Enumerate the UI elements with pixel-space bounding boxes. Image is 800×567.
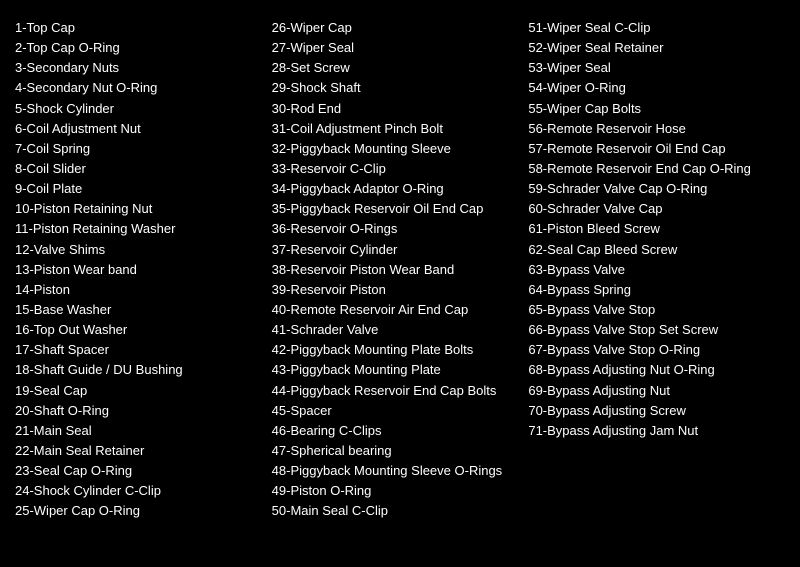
list-item: 45-Spacer xyxy=(272,401,519,421)
list-item: 15-Base Washer xyxy=(15,300,262,320)
list-item: 23-Seal Cap O-Ring xyxy=(15,461,262,481)
list-item: 42-Piggyback Mounting Plate Bolts xyxy=(272,340,519,360)
list-item: 63-Bypass Valve xyxy=(528,260,775,280)
list-item: 2-Top Cap O-Ring xyxy=(15,38,262,58)
list-item: 27-Wiper Seal xyxy=(272,38,519,58)
column-3: 51-Wiper Seal C-Clip52-Wiper Seal Retain… xyxy=(528,18,785,522)
list-item: 68-Bypass Adjusting Nut O-Ring xyxy=(528,360,775,380)
list-item: 8-Coil Slider xyxy=(15,159,262,179)
list-item: 47-Spherical bearing xyxy=(272,441,519,461)
list-item: 70-Bypass Adjusting Screw xyxy=(528,401,775,421)
list-item: 71-Bypass Adjusting Jam Nut xyxy=(528,421,775,441)
list-item: 4-Secondary Nut O-Ring xyxy=(15,78,262,98)
list-item: 31-Coil Adjustment Pinch Bolt xyxy=(272,119,519,139)
list-item: 50-Main Seal C-Clip xyxy=(272,501,519,521)
list-item: 14-Piston xyxy=(15,280,262,300)
list-item: 57-Remote Reservoir Oil End Cap xyxy=(528,139,775,159)
list-item: 37-Reservoir Cylinder xyxy=(272,240,519,260)
list-item: 24-Shock Cylinder C-Clip xyxy=(15,481,262,501)
list-item: 36-Reservoir O-Rings xyxy=(272,219,519,239)
list-item: 11-Piston Retaining Washer xyxy=(15,219,262,239)
list-item: 61-Piston Bleed Screw xyxy=(528,219,775,239)
list-item: 60-Schrader Valve Cap xyxy=(528,199,775,219)
list-item: 3-Secondary Nuts xyxy=(15,58,262,78)
list-item: 66-Bypass Valve Stop Set Screw xyxy=(528,320,775,340)
list-item: 19-Seal Cap xyxy=(15,381,262,401)
list-item: 46-Bearing C-Clips xyxy=(272,421,519,441)
column-2: 26-Wiper Cap27-Wiper Seal28-Set Screw29-… xyxy=(272,18,529,522)
list-item: 30-Rod End xyxy=(272,99,519,119)
list-item: 10-Piston Retaining Nut xyxy=(15,199,262,219)
list-item: 52-Wiper Seal Retainer xyxy=(528,38,775,58)
column-1: 1-Top Cap2-Top Cap O-Ring3-Secondary Nut… xyxy=(15,18,272,522)
list-item: 12-Valve Shims xyxy=(15,240,262,260)
list-item: 16-Top Out Washer xyxy=(15,320,262,340)
list-item: 13-Piston Wear band xyxy=(15,260,262,280)
list-item: 6-Coil Adjustment Nut xyxy=(15,119,262,139)
list-item: 44-Piggyback Reservoir End Cap Bolts xyxy=(272,381,519,401)
list-item: 29-Shock Shaft xyxy=(272,78,519,98)
list-item: 35-Piggyback Reservoir Oil End Cap xyxy=(272,199,519,219)
list-item: 58-Remote Reservoir End Cap O-Ring xyxy=(528,159,775,179)
list-item: 59-Schrader Valve Cap O-Ring xyxy=(528,179,775,199)
list-item: 28-Set Screw xyxy=(272,58,519,78)
list-item: 49-Piston O-Ring xyxy=(272,481,519,501)
list-item: 25-Wiper Cap O-Ring xyxy=(15,501,262,521)
list-item: 21-Main Seal xyxy=(15,421,262,441)
list-item: 22-Main Seal Retainer xyxy=(15,441,262,461)
list-item: 55-Wiper Cap Bolts xyxy=(528,99,775,119)
list-item: 34-Piggyback Adaptor O-Ring xyxy=(272,179,519,199)
list-item: 65-Bypass Valve Stop xyxy=(528,300,775,320)
list-item: 48-Piggyback Mounting Sleeve O-Rings xyxy=(272,461,519,481)
list-item: 41-Schrader Valve xyxy=(272,320,519,340)
list-item: 53-Wiper Seal xyxy=(528,58,775,78)
list-item: 1-Top Cap xyxy=(15,18,262,38)
list-item: 7-Coil Spring xyxy=(15,139,262,159)
list-item: 18-Shaft Guide / DU Bushing xyxy=(15,360,262,380)
list-item: 33-Reservoir C-Clip xyxy=(272,159,519,179)
list-item: 9-Coil Plate xyxy=(15,179,262,199)
list-item: 69-Bypass Adjusting Nut xyxy=(528,381,775,401)
list-item: 43-Piggyback Mounting Plate xyxy=(272,360,519,380)
list-item: 54-Wiper O-Ring xyxy=(528,78,775,98)
list-item: 64-Bypass Spring xyxy=(528,280,775,300)
list-item: 26-Wiper Cap xyxy=(272,18,519,38)
list-item: 5-Shock Cylinder xyxy=(15,99,262,119)
list-item: 32-Piggyback Mounting Sleeve xyxy=(272,139,519,159)
list-item: 17-Shaft Spacer xyxy=(15,340,262,360)
list-item: 67-Bypass Valve Stop O-Ring xyxy=(528,340,775,360)
list-item: 38-Reservoir Piston Wear Band xyxy=(272,260,519,280)
list-item: 62-Seal Cap Bleed Screw xyxy=(528,240,775,260)
list-item: 39-Reservoir Piston xyxy=(272,280,519,300)
list-item: 20-Shaft O-Ring xyxy=(15,401,262,421)
list-item: 40-Remote Reservoir Air End Cap xyxy=(272,300,519,320)
list-item: 56-Remote Reservoir Hose xyxy=(528,119,775,139)
list-item: 51-Wiper Seal C-Clip xyxy=(528,18,775,38)
parts-list: 1-Top Cap2-Top Cap O-Ring3-Secondary Nut… xyxy=(15,10,785,522)
